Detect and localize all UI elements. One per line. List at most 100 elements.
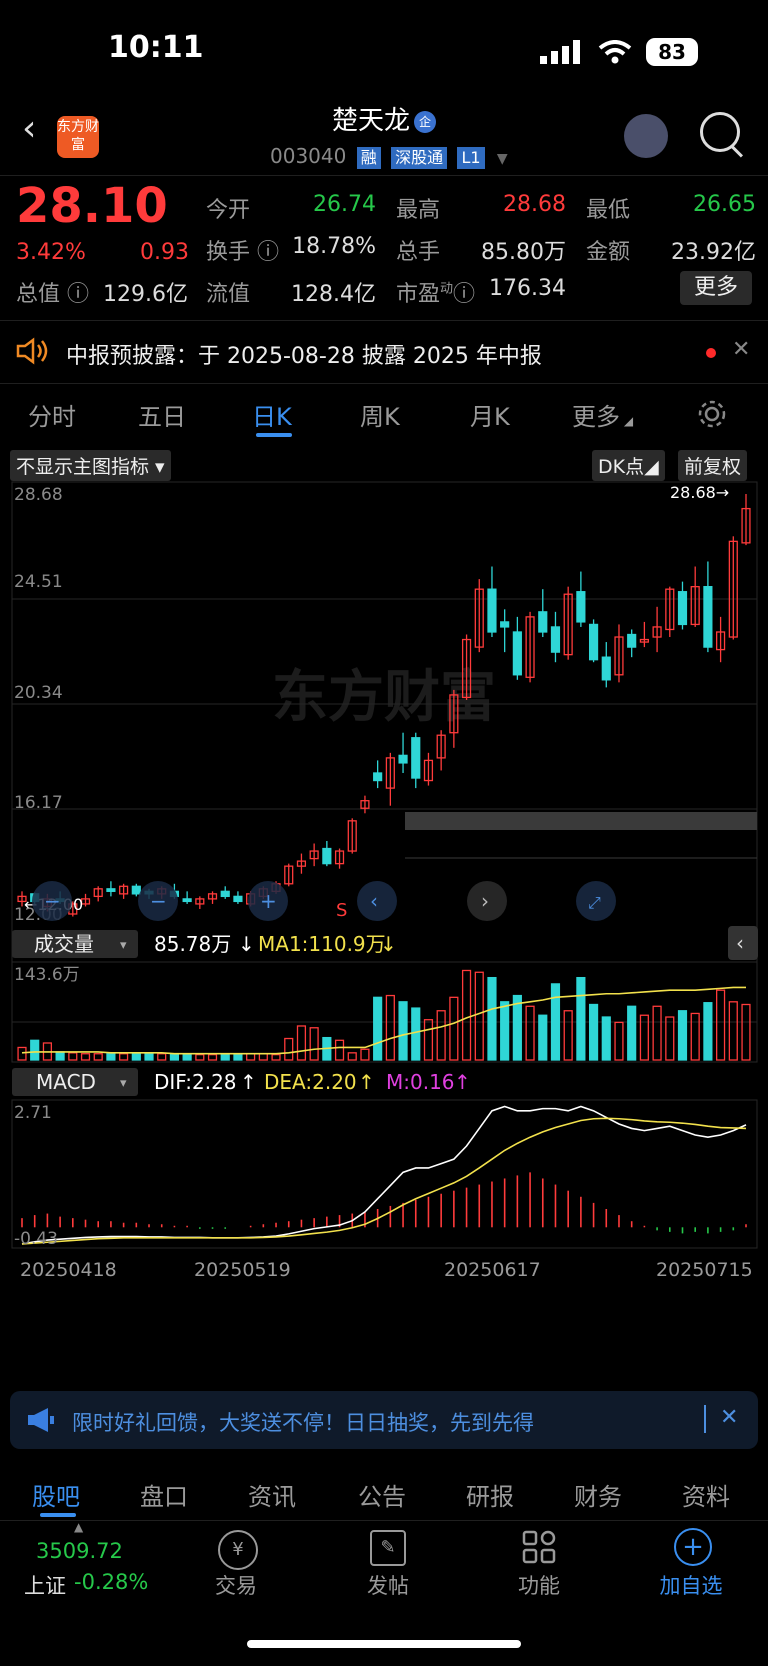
y-tick-1: 24.51 xyxy=(14,572,63,592)
volume-bar xyxy=(296,1025,307,1061)
assistant-robot-icon[interactable] xyxy=(624,114,668,158)
search-icon[interactable] xyxy=(700,112,740,152)
volume-bar xyxy=(80,1053,91,1061)
tab-order-book[interactable]: 盘口 xyxy=(140,1477,188,1512)
down-arrow-icon: ↓ xyxy=(238,932,255,956)
label-high: 最高 xyxy=(396,198,441,223)
candle-body xyxy=(411,737,421,779)
tag-level: L1 xyxy=(457,147,485,169)
close-icon[interactable]: ✕ xyxy=(720,1405,738,1430)
x-date-3: 20250715 xyxy=(656,1259,753,1281)
candle-body xyxy=(373,772,383,782)
label-market-cap: 总值 ⓘ xyxy=(16,282,90,307)
x-date-1: 20250519 xyxy=(194,1259,291,1281)
trade-icon[interactable]: ¥ xyxy=(218,1530,258,1570)
volume-bar xyxy=(576,976,586,1061)
volume-bar xyxy=(474,971,484,1061)
dock-functions[interactable]: 功能 xyxy=(489,1570,589,1600)
tab-weekly-k[interactable]: 周K xyxy=(360,397,400,432)
candle-body xyxy=(220,890,230,898)
tab-announcements[interactable]: 公告 xyxy=(358,1477,406,1512)
volume-bar xyxy=(716,989,726,1061)
label-pe: 市盈动ⓘ xyxy=(396,281,476,307)
functions-grid-icon[interactable] xyxy=(522,1530,556,1564)
index-change[interactable]: -0.28% xyxy=(74,1570,148,1594)
volume-select-label: 成交量 xyxy=(34,932,94,956)
index-name[interactable]: 上证 xyxy=(24,1570,66,1600)
volume-bar xyxy=(563,1010,573,1061)
add-watchlist-icon[interactable]: + xyxy=(674,1528,712,1566)
volume-bar xyxy=(588,1003,599,1061)
volume-bar xyxy=(93,1053,103,1061)
dock-add-watchlist[interactable]: 加自选 xyxy=(641,1570,741,1600)
post-icon[interactable]: ✎ xyxy=(370,1530,406,1566)
tab-more[interactable]: 更多 ◢ xyxy=(572,397,633,432)
volume-bar xyxy=(30,1039,40,1061)
volume-bar xyxy=(373,996,383,1061)
tab-daily-k[interactable]: 日K xyxy=(252,397,292,432)
tag-connect: 深股通 xyxy=(391,147,448,169)
volume-bar xyxy=(309,1027,319,1061)
volume-bar xyxy=(157,1053,167,1061)
candle-body xyxy=(576,591,586,623)
volume-bar xyxy=(233,1053,243,1061)
volume-bar xyxy=(411,1007,421,1061)
caret-down-icon: ▾ xyxy=(120,938,127,953)
value-turnover: 18.78% xyxy=(292,234,376,259)
promo-banner[interactable]: 限时好礼回馈，大奖送不停！日日抽奖，先到先得 ✕ xyxy=(10,1391,758,1449)
more-button[interactable]: 更多 xyxy=(680,271,752,305)
candle-body xyxy=(131,885,141,895)
kline-chart-area[interactable]: 东方财富 28.68 24.51 20.34 16.17 12.00 28.68… xyxy=(0,446,768,1376)
tab-research[interactable]: 研报 xyxy=(466,1477,514,1512)
label-low: 最低 xyxy=(586,198,631,223)
value-market-cap: 129.6亿 xyxy=(103,282,188,307)
promo-text: 限时好礼回馈，大奖送不停！日日抽奖，先到先得 xyxy=(72,1411,534,1435)
expand-icon: ⤢ xyxy=(588,893,601,912)
volume-bar xyxy=(690,1012,700,1061)
candle-body xyxy=(106,888,116,892)
value-float-cap: 128.4亿 xyxy=(291,282,376,307)
resistance-band xyxy=(405,812,757,830)
volume-value: 85.78万 xyxy=(154,932,231,956)
volume-bar xyxy=(627,1005,637,1061)
value-open: 26.74 xyxy=(313,192,376,217)
tab-finance[interactable]: 财务 xyxy=(574,1477,622,1512)
volume-bar xyxy=(246,1053,256,1061)
volume-bar xyxy=(525,1005,535,1061)
tab-profile[interactable]: 资料 xyxy=(682,1477,730,1512)
volume-bar xyxy=(601,1016,611,1061)
candle-body xyxy=(538,611,548,633)
dock-trade[interactable]: 交易 xyxy=(186,1570,286,1600)
close-icon[interactable]: ✕ xyxy=(732,337,750,362)
speaker-icon xyxy=(16,337,48,365)
y-tick-0: 28.68 xyxy=(14,485,63,505)
candle-body xyxy=(550,626,561,653)
up-arrow-icon: ↑ xyxy=(454,1070,471,1094)
candle-body xyxy=(182,898,192,903)
tab-monthly-k[interactable]: 月K xyxy=(470,397,510,432)
candle-body xyxy=(677,591,688,626)
volume-ma-line xyxy=(21,986,746,1055)
volume-bar xyxy=(195,1053,205,1061)
candle-body xyxy=(588,623,599,661)
tab-news[interactable]: 资讯 xyxy=(248,1477,296,1512)
tab-intraday[interactable]: 分时 xyxy=(28,397,76,432)
enterprise-badge: 企 xyxy=(414,110,436,133)
notice-bar[interactable]: 中报预披露：于 2025-08-28 披露 2025 年中报 ✕ xyxy=(0,320,768,384)
tab-five-day[interactable]: 五日 xyxy=(138,397,186,432)
tab-forum[interactable]: 股吧 xyxy=(32,1477,80,1512)
settings-gear-icon[interactable] xyxy=(696,398,728,430)
dock-post[interactable]: 发帖 xyxy=(338,1570,438,1600)
volume-bar xyxy=(385,994,395,1061)
y-tick-3: 16.17 xyxy=(14,793,63,813)
volume-bar xyxy=(271,1053,281,1061)
volume-bar xyxy=(538,1014,548,1061)
value-high: 28.68 xyxy=(503,192,566,217)
status-time: 10:11 xyxy=(108,30,204,65)
volume-bar xyxy=(68,1052,78,1061)
caret-down-icon[interactable]: ▼ xyxy=(497,151,508,167)
macd-m: M:0.16 xyxy=(386,1070,455,1094)
volume-bar xyxy=(258,1053,268,1061)
index-value[interactable]: 3509.72 xyxy=(36,1539,123,1563)
volume-frame xyxy=(11,961,758,1063)
